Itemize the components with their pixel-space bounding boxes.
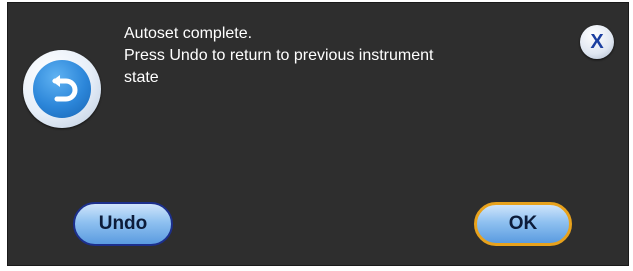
undo-button[interactable]: Undo [73, 202, 173, 246]
close-icon: X [590, 31, 604, 53]
autoset-dialog: Autoset complete. Press Undo to return t… [7, 2, 629, 266]
dialog-message: Autoset complete. Press Undo to return t… [124, 23, 544, 89]
ok-button[interactable]: OK [474, 202, 572, 246]
message-line-2: Press Undo to return to previous instrum… [124, 47, 434, 64]
message-line-1: Autoset complete. [124, 25, 253, 42]
close-button[interactable]: X [580, 25, 614, 59]
undo-arrow-glyph [52, 75, 78, 102]
message-line-3: state [124, 69, 159, 86]
undo-arrow-icon [23, 50, 101, 128]
